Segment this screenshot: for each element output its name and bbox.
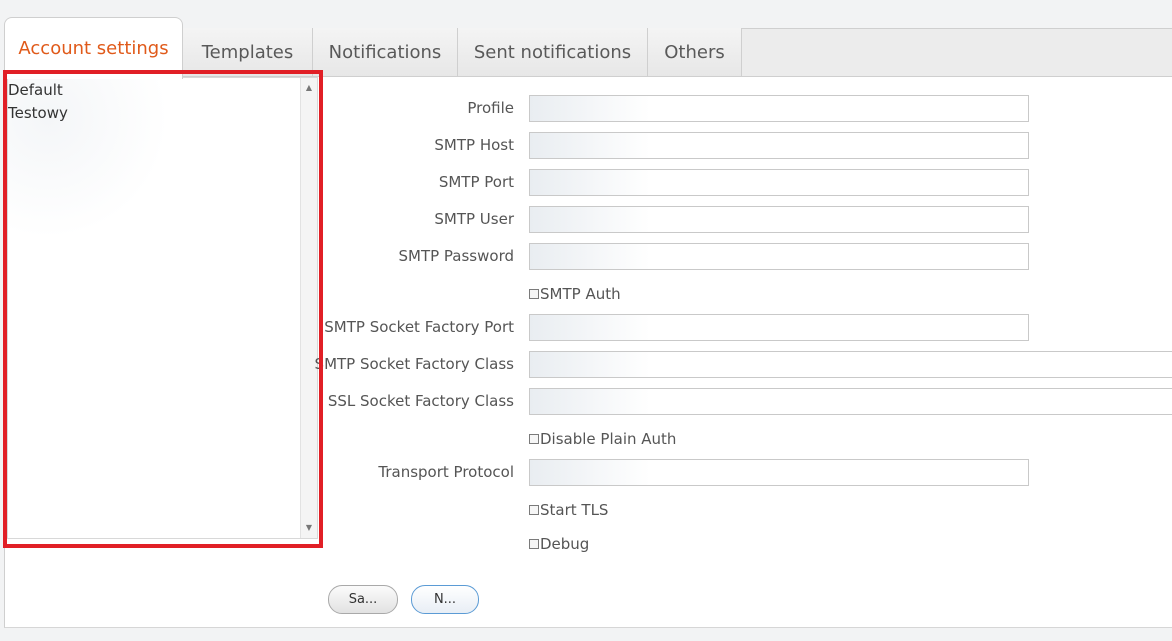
tab-templates[interactable]: Templates	[183, 28, 313, 76]
smtp-password-input[interactable]	[529, 243, 1029, 270]
disable-plain-auth-row: Disable Plain Auth	[529, 429, 676, 449]
debug-checkbox[interactable]	[529, 539, 539, 549]
tab-sent-notifications[interactable]: Sent notifications	[458, 28, 648, 76]
smtp-user-label: SMTP User	[434, 210, 514, 228]
smtp-user-input[interactable]	[529, 206, 1029, 233]
ssl-socket-factory-class-label: SSL Socket Factory Class	[327, 392, 514, 410]
smtp-auth-checkbox[interactable]	[529, 289, 539, 299]
transport-protocol-input[interactable]	[529, 459, 1029, 486]
smtp-host-input[interactable]	[529, 132, 1029, 159]
socket-factory-class-input[interactable]	[529, 351, 1172, 378]
profile-input[interactable]	[529, 95, 1029, 122]
debug-label: Debug	[540, 535, 590, 553]
smtp-auth-row: SMTP Auth	[529, 284, 621, 304]
start-tls-row: Start TLS	[529, 500, 608, 520]
transport-protocol-label: Transport Protocol	[378, 463, 514, 481]
disable-plain-auth-label: Disable Plain Auth	[540, 430, 677, 448]
smtp-password-label: SMTP Password	[398, 247, 514, 265]
socket-factory-port-input[interactable]	[529, 314, 1029, 341]
start-tls-checkbox[interactable]	[529, 505, 539, 515]
socket-factory-port-label: SMTP Socket Factory Port	[324, 318, 514, 336]
smtp-host-label: SMTP Host	[434, 136, 514, 154]
profile-label: Profile	[467, 99, 514, 117]
save-button[interactable]: Sa...	[328, 585, 398, 614]
smtp-auth-label: SMTP Auth	[540, 285, 621, 303]
profile-list-highlight	[3, 70, 323, 548]
new-button[interactable]: N...	[411, 585, 479, 614]
socket-factory-class-label: SMTP Socket Factory Class	[314, 355, 514, 373]
ssl-socket-factory-class-input[interactable]	[529, 388, 1172, 415]
smtp-port-label: SMTP Port	[438, 173, 514, 191]
start-tls-label: Start TLS	[540, 501, 609, 519]
disable-plain-auth-checkbox[interactable]	[529, 434, 539, 444]
smtp-port-input[interactable]	[529, 169, 1029, 196]
tab-others[interactable]: Others	[648, 28, 742, 76]
tab-strip: Account settings Templates Notifications…	[0, 0, 1172, 79]
debug-row: Debug	[529, 534, 589, 554]
tab-notifications[interactable]: Notifications	[313, 28, 458, 76]
